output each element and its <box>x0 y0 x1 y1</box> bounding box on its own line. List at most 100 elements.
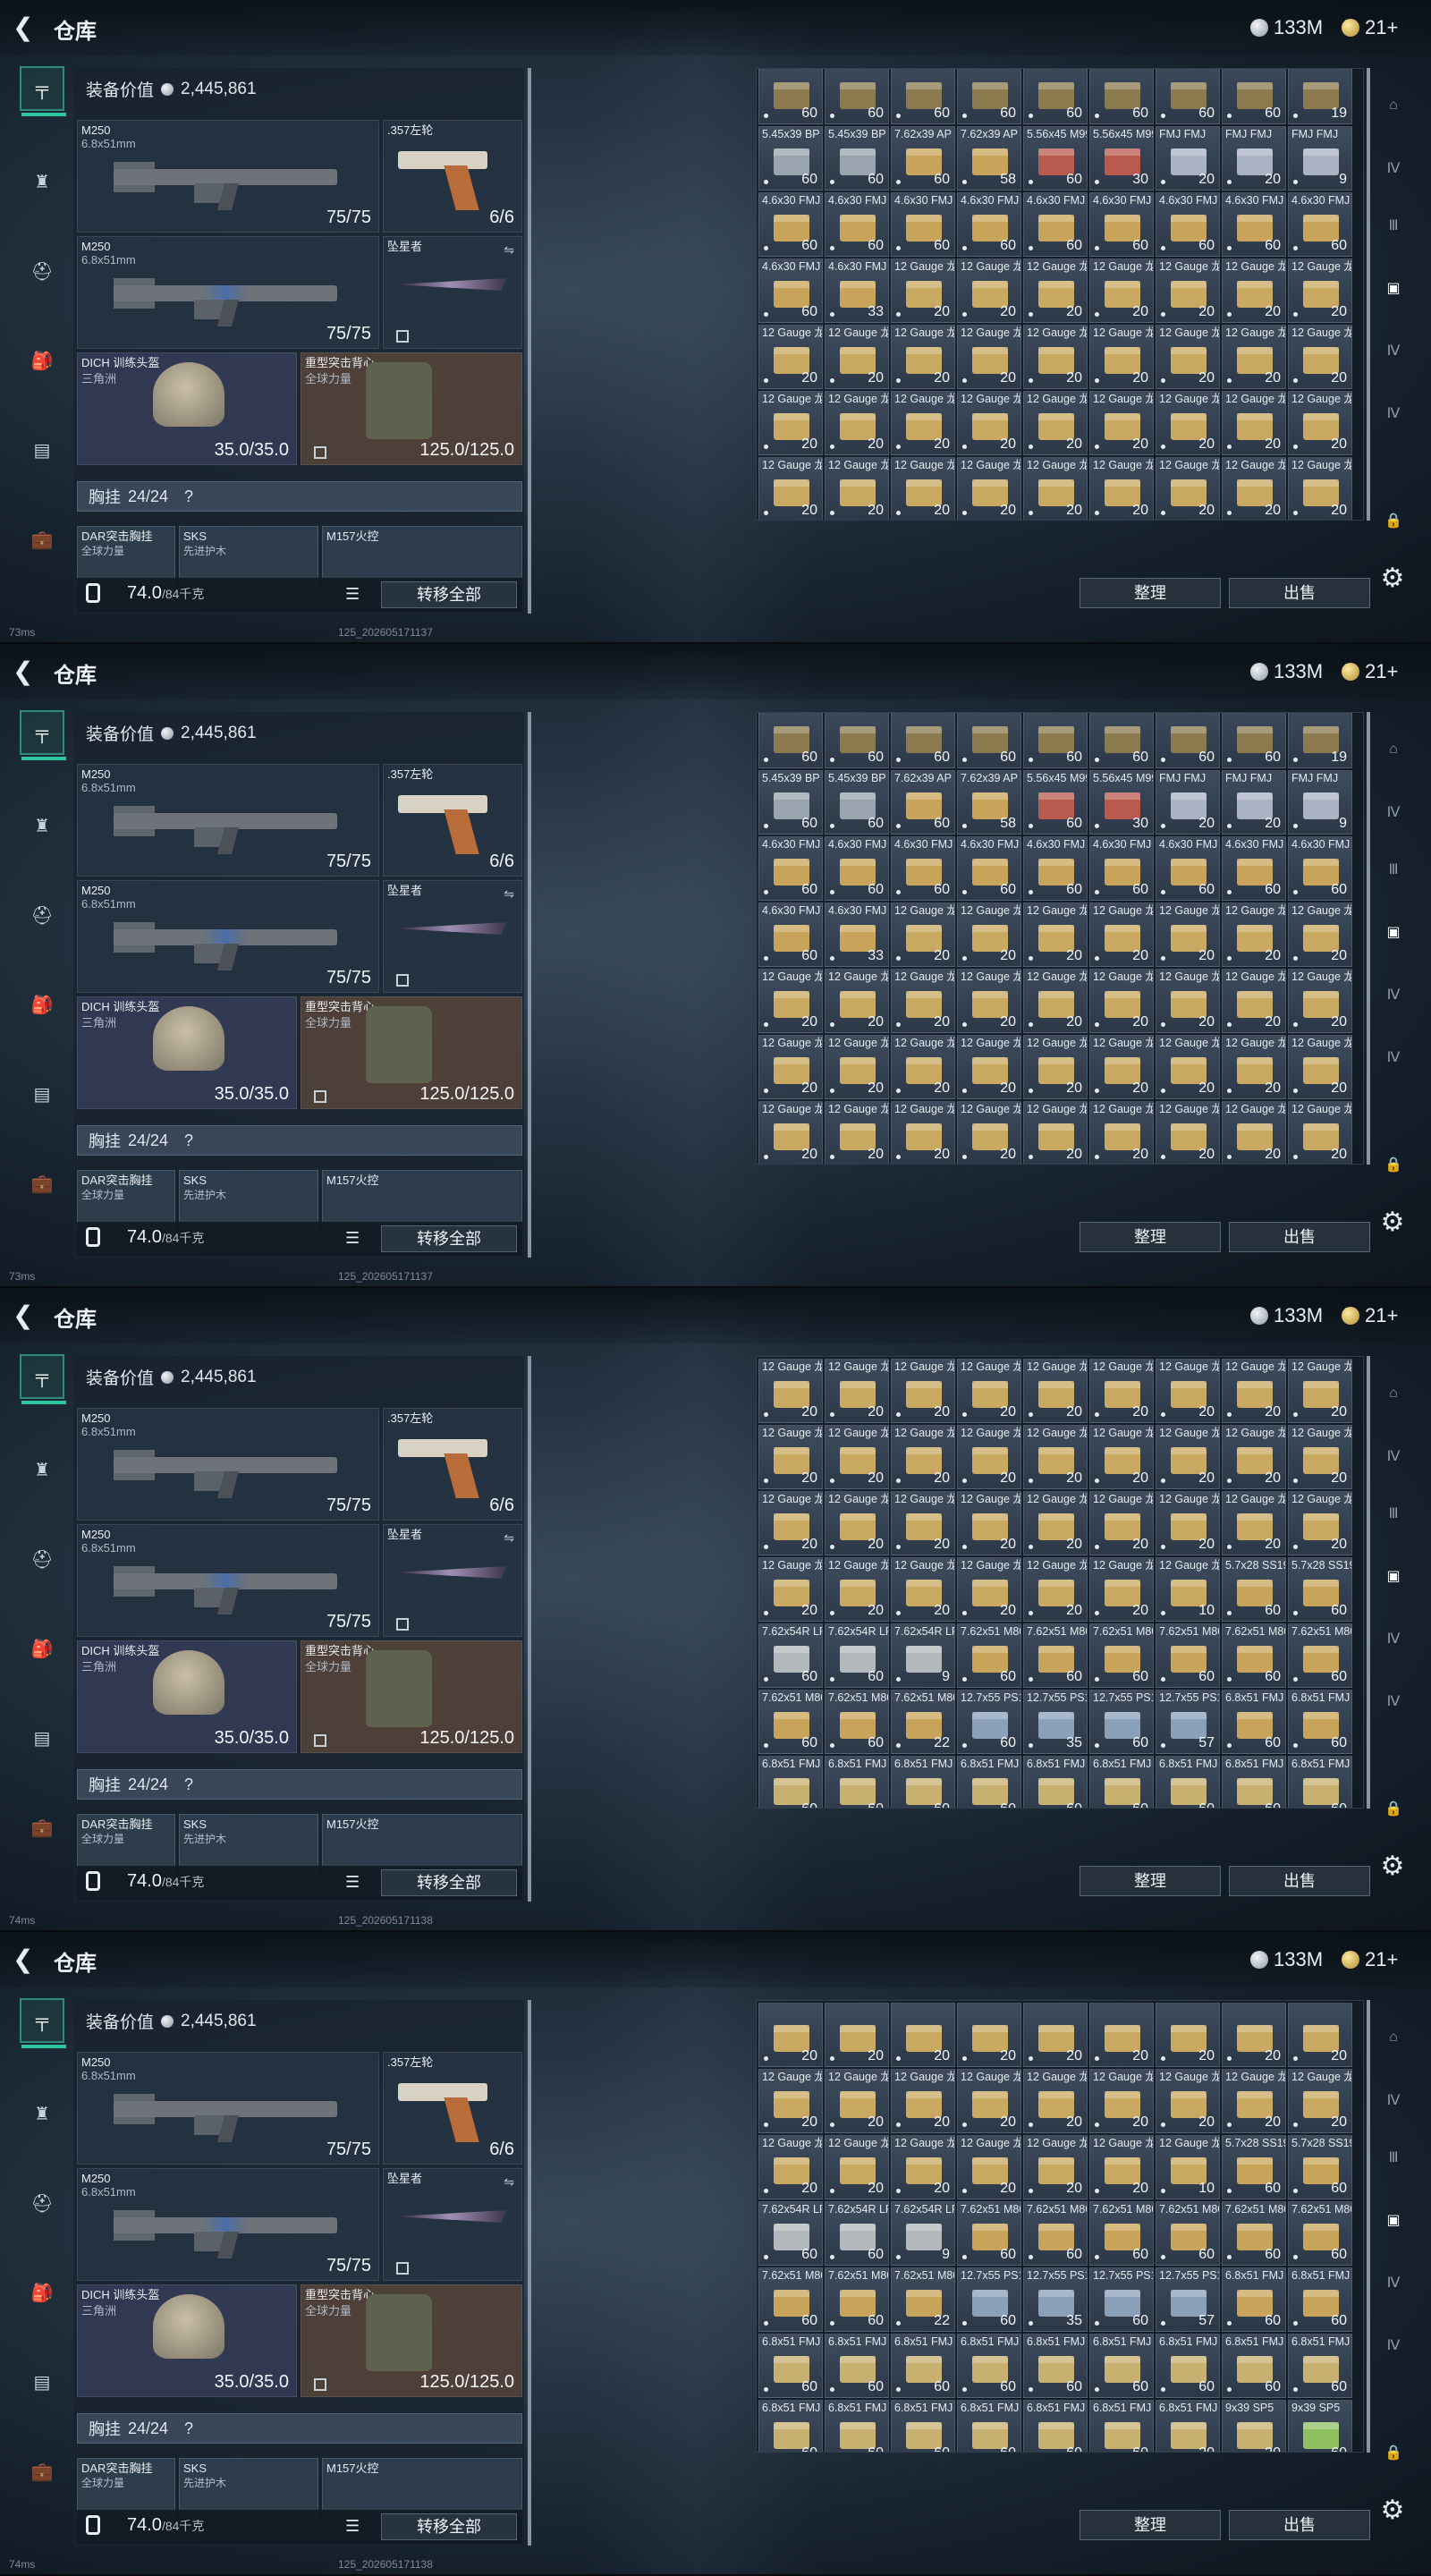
inventory-item[interactable]: 7.62x51 M80 60 <box>957 1623 1021 1688</box>
help-icon[interactable]: ? <box>184 1131 193 1150</box>
inventory-item[interactable]: 7.62x51 M80 60 <box>1089 1623 1154 1688</box>
secondary-weapon-slot[interactable]: .357左轮 6/6 <box>383 2052 522 2165</box>
quick-item-m157[interactable]: M157火控 <box>322 2458 522 2517</box>
inventory-item[interactable]: 7.62x54R LPS 60 <box>758 2201 823 2266</box>
inventory-item[interactable]: 12 Gauge 龙息弹 20 <box>825 1425 889 1489</box>
inventory-item[interactable]: 7.62x51 M80 60 <box>1156 1623 1220 1688</box>
inventory-item[interactable]: 12 Gauge 龙息弹 20 <box>1288 969 1352 1033</box>
inventory-item[interactable]: 12 Gauge 龙息弹 20 <box>1023 258 1088 323</box>
inventory-item[interactable]: 12 Gauge 龙息弹 20 <box>1156 2069 1220 2133</box>
tab-bag[interactable]: 🎒 <box>20 338 64 383</box>
loadout-scrollbar[interactable] <box>528 712 531 1258</box>
inventory-item[interactable]: 7.62x51 M80 60 <box>825 2267 889 2332</box>
inventory-item[interactable]: 60 <box>825 713 889 768</box>
sell-button[interactable]: 出售 <box>1229 578 1370 608</box>
tab-case[interactable]: ▤ <box>20 1716 64 1760</box>
tab-toolbox[interactable]: 💼 <box>20 2449 64 2494</box>
inventory-item[interactable]: 12 Gauge 龙息弹 20 <box>1023 1101 1088 1164</box>
inventory-item[interactable]: 12 Gauge 龙息弹 20 <box>1288 1101 1352 1164</box>
inventory-item[interactable]: 12 Gauge 龙息弹 20 <box>957 391 1021 455</box>
inventory-item[interactable]: 4.6x30 FMJ SX 60 <box>1288 836 1352 901</box>
inventory-item[interactable]: FMJ FMJ 20 <box>1156 770 1220 835</box>
transfer-all-button[interactable]: 转移全部 <box>381 1225 517 1252</box>
primary-weapon-slot-2[interactable]: M250 6.8x51mm 75/75 <box>77 2168 379 2281</box>
page-tab-6[interactable]: Ⅳ <box>1377 1685 1410 1717</box>
page-lock[interactable]: 🔒 <box>1377 1792 1410 1825</box>
transfer-all-button[interactable]: 转移全部 <box>381 581 517 608</box>
warehouse-scrollbar[interactable] <box>1367 712 1370 1165</box>
inventory-item[interactable]: 12 Gauge 龙息弹 20 <box>957 1491 1021 1555</box>
inventory-item[interactable]: 20 <box>1156 2003 1220 2067</box>
inventory-item[interactable]: 60 <box>758 713 823 768</box>
inventory-item[interactable]: 12 Gauge 龙息弹 20 <box>891 2069 955 2133</box>
inventory-item[interactable]: 12 Gauge 龙息弹 20 <box>825 391 889 455</box>
inventory-item[interactable]: 12 Gauge 龙息弹 20 <box>1222 258 1286 323</box>
inventory-item[interactable]: 7.62x51 M80 60 <box>1222 1623 1286 1688</box>
chest-rig-slot[interactable]: DAR突击胸挂 全球力量 <box>77 526 175 585</box>
inventory-item[interactable]: 5.7x28 SS190 60 <box>1288 1557 1352 1622</box>
chest-rig-slot[interactable]: DAR突击胸挂 全球力量 <box>77 1814 175 1873</box>
inventory-item[interactable]: 12 Gauge 龙息弹 20 <box>1089 1491 1154 1555</box>
quick-item-m157[interactable]: M157火控 <box>322 1170 522 1229</box>
inventory-item[interactable]: 12 Gauge 龙息弹 20 <box>1156 258 1220 323</box>
inventory-item[interactable]: 4.6x30 FMJ SX 60 <box>1023 836 1088 901</box>
inventory-item[interactable]: 12 Gauge 龙息弹 20 <box>891 1557 955 1622</box>
organize-button[interactable]: 整理 <box>1080 1866 1221 1896</box>
page-tab-1[interactable]: ⌂ <box>1377 2021 1410 2054</box>
inventory-item[interactable]: 4.6x30 FMJ SX 60 <box>758 902 823 967</box>
inventory-item[interactable]: 12 Gauge 龙息弹 20 <box>957 2069 1021 2133</box>
inventory-item[interactable]: 6.8x51 FMJ 60 <box>1288 2267 1352 2332</box>
inventory-item[interactable]: 12.7x55 PS12A 35 <box>1023 1690 1088 1754</box>
inventory-item[interactable]: 5.7x28 SS190 60 <box>1222 1557 1286 1622</box>
settings-gear-icon[interactable]: ⚙ <box>1377 2496 1408 2526</box>
tab-bag[interactable]: 🎒 <box>20 2270 64 2315</box>
swap-icon[interactable]: ⇋ <box>504 1530 514 1546</box>
inventory-item[interactable]: 12 Gauge 龙息弹 20 <box>957 1035 1021 1099</box>
inventory-item[interactable]: 12 Gauge 龙息弹 20 <box>1023 325 1088 389</box>
inventory-item[interactable]: 19 <box>1288 69 1352 124</box>
inventory-item[interactable]: 6.8x51 FMJ 60 <box>825 2400 889 2452</box>
inventory-item[interactable]: 12 Gauge 龙息弹 20 <box>758 1557 823 1622</box>
inventory-item[interactable]: 12 Gauge 龙息弹 20 <box>825 1101 889 1164</box>
inventory-item[interactable]: 5.56x45 M995 60 <box>1023 126 1088 191</box>
inventory-item[interactable]: 7.62x54R LPS 60 <box>825 1623 889 1688</box>
inventory-item[interactable]: 7.62x39 AP 60 <box>891 126 955 191</box>
page-lock[interactable]: 🔒 <box>1377 504 1410 537</box>
inventory-item[interactable]: 4.6x30 FMJ SX 60 <box>957 192 1021 257</box>
inventory-item[interactable]: 12 Gauge 龙息弹 20 <box>1023 969 1088 1033</box>
inventory-item[interactable]: FMJ FMJ 20 <box>1222 126 1286 191</box>
gold-currency[interactable]: 21+ <box>1342 1304 1398 1327</box>
inventory-item[interactable]: 12 Gauge 龙息弹 20 <box>758 1035 823 1099</box>
inventory-item[interactable]: 12 Gauge 龙息弹 20 <box>891 258 955 323</box>
inventory-item[interactable]: 12 Gauge 龙息弹 20 <box>1023 1035 1088 1099</box>
inventory-item[interactable]: 12 Gauge 龙息弹 20 <box>957 969 1021 1033</box>
inventory-item[interactable]: 12 Gauge 龙息弹 20 <box>825 1491 889 1555</box>
tab-bag[interactable]: 🎒 <box>20 1626 64 1671</box>
inventory-item[interactable]: 60 <box>825 69 889 124</box>
gold-currency[interactable]: 21+ <box>1342 660 1398 683</box>
page-tab-5[interactable]: Ⅳ <box>1377 2267 1410 2299</box>
inventory-item[interactable]: 4.6x30 FMJ SX 60 <box>1156 192 1220 257</box>
inventory-item[interactable]: 6.8x51 FMJ 60 <box>825 1756 889 1808</box>
inventory-item[interactable]: 12 Gauge 龙息弹 20 <box>825 1359 889 1423</box>
page-tab-3[interactable]: Ⅲ <box>1377 209 1410 242</box>
inventory-item[interactable]: 4.6x30 FMJ SX 60 <box>1089 836 1154 901</box>
inventory-item[interactable]: 5.45x39 BP 60 <box>825 126 889 191</box>
helmet-slot[interactable]: DICH 训练头盔 三角洲 35.0/35.0 <box>77 1640 297 1753</box>
inventory-item[interactable]: 6.8x51 FMJ 60 <box>891 2334 955 2398</box>
inventory-item[interactable]: 12 Gauge 龙息弹 20 <box>825 2069 889 2133</box>
inventory-item[interactable]: 12 Gauge 龙息弹 20 <box>1156 1425 1220 1489</box>
inventory-item[interactable]: 60 <box>1023 713 1088 768</box>
inventory-item[interactable]: 6.8x51 FMJ 60 <box>1222 2334 1286 2398</box>
inventory-item[interactable]: 7.62x51 M80 60 <box>1089 2201 1154 2266</box>
inventory-item[interactable]: 6.8x51 FMJ 60 <box>891 1756 955 1808</box>
inventory-item[interactable]: 20 <box>1288 2003 1352 2067</box>
inventory-item[interactable]: 12 Gauge 龙息弹 20 <box>1023 1491 1088 1555</box>
organize-button[interactable]: 整理 <box>1080 578 1221 608</box>
inventory-item[interactable]: 12 Gauge 龙息弹 20 <box>1089 1557 1154 1622</box>
inventory-item[interactable]: 4.6x30 FMJ SX 33 <box>825 258 889 323</box>
inventory-item[interactable]: 12 Gauge 龙息弹 20 <box>1222 1491 1286 1555</box>
inventory-item[interactable]: 7.62x51 M80 60 <box>758 2267 823 2332</box>
inventory-item[interactable]: 7.62x51 M80 60 <box>758 1690 823 1754</box>
inventory-item[interactable]: 6.8x51 FMJ 60 <box>1156 1756 1220 1808</box>
